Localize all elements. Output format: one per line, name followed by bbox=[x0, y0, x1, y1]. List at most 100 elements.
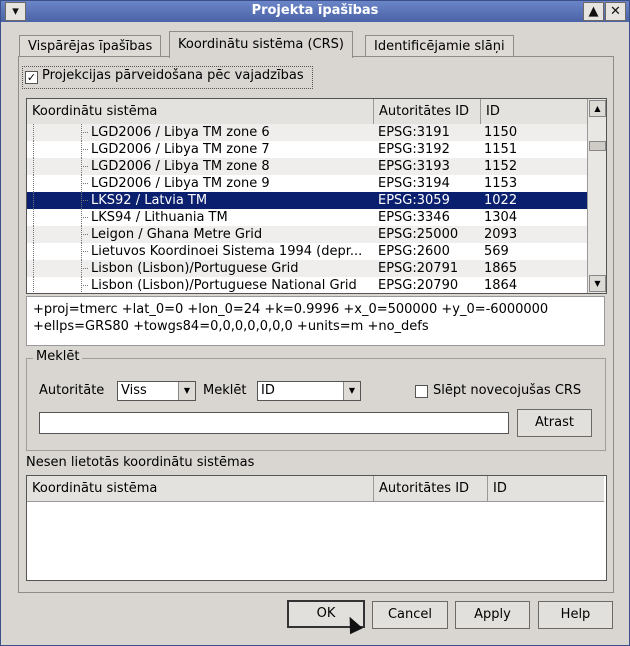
crs-authority-id: EPSG:3193 bbox=[378, 159, 450, 174]
crs-row[interactable]: Leigon / Ghana Metre Grid EPSG:25000 2093 bbox=[27, 226, 587, 243]
tab-general[interactable]: Vispārējas īpašības bbox=[19, 35, 162, 57]
tree-guide bbox=[81, 166, 88, 168]
tab-identifiable-layers[interactable]: Identificējamie slāņi bbox=[365, 35, 514, 57]
tab-crs[interactable]: Koordinātu sistēma (CRS) bbox=[169, 31, 353, 58]
tree-guide bbox=[33, 192, 35, 209]
tree-guide bbox=[81, 132, 88, 134]
proj-string-box: +proj=tmerc +lat_0=0 +lon_0=24 +k=0.9996… bbox=[26, 296, 605, 346]
scroll-down-icon[interactable]: ▼ bbox=[589, 275, 606, 292]
header-crs[interactable]: Koordinātu sistēma bbox=[27, 99, 374, 124]
crs-authority-id: EPSG:3194 bbox=[378, 176, 450, 191]
proj-string-line1: +proj=tmerc +lat_0=0 +lon_0=24 +k=0.9996… bbox=[33, 302, 549, 317]
scroll-up-icon[interactable]: ▲ bbox=[589, 100, 606, 117]
tree-guide bbox=[33, 175, 35, 192]
help-button[interactable]: Help bbox=[538, 601, 613, 629]
crs-row[interactable]: LGD2006 / Libya TM zone 7 EPSG:3192 1151 bbox=[27, 141, 587, 158]
apply-button[interactable]: Apply bbox=[455, 601, 530, 629]
crs-id: 1153 bbox=[484, 176, 518, 191]
tree-guide bbox=[33, 260, 35, 277]
crs-name: LKS92 / Latvia TM bbox=[91, 193, 208, 208]
crs-id: 1865 bbox=[484, 261, 518, 276]
recent-header-id[interactable]: ID bbox=[488, 476, 604, 501]
crs-name: Leigon / Ghana Metre Grid bbox=[91, 227, 263, 242]
crs-id: 1150 bbox=[484, 125, 518, 140]
crs-name: LKS94 / Lithuania TM bbox=[91, 210, 228, 225]
crs-id: 1022 bbox=[484, 193, 518, 208]
crs-row[interactable]: Lisbon (Lisbon)/Portuguese National Grid… bbox=[27, 277, 587, 293]
crs-name: Lietuvos Koordinoei Sistema 1994 (depr..… bbox=[91, 244, 363, 259]
crs-name: LGD2006 / Libya TM zone 8 bbox=[91, 159, 270, 174]
crs-name: LGD2006 / Libya TM zone 6 bbox=[91, 125, 270, 140]
authority-label: Autoritāte bbox=[39, 383, 105, 398]
tree-guide bbox=[81, 251, 88, 253]
tree-guide bbox=[81, 200, 88, 202]
minimize-icon[interactable]: ▲ bbox=[583, 2, 604, 21]
crs-id: 1151 bbox=[484, 142, 518, 157]
crs-id: 1304 bbox=[484, 210, 518, 225]
header-authority-id[interactable]: Autoritātes ID bbox=[374, 99, 481, 124]
tree-guide bbox=[81, 268, 88, 270]
crs-id: 1152 bbox=[484, 159, 518, 174]
header-id[interactable]: ID bbox=[481, 99, 587, 124]
crs-scrollbar[interactable]: ▲ ▼ bbox=[587, 99, 606, 293]
crs-id: 2093 bbox=[484, 227, 518, 242]
tree-guide bbox=[33, 226, 35, 243]
tree-guide bbox=[33, 209, 35, 226]
projection-label: Projekcijas pārveidošana pēc vajadzības bbox=[42, 68, 304, 83]
project-properties-window: ▾ Projekta īpašības ▲ ✕ Vispārējas īpašī… bbox=[0, 0, 630, 646]
crs-name: Lisbon (Lisbon)/Portuguese Grid bbox=[91, 261, 299, 276]
cancel-button[interactable]: Cancel bbox=[372, 601, 448, 629]
chevron-down-icon[interactable]: ▼ bbox=[178, 382, 195, 400]
crs-authority-id: EPSG:3346 bbox=[378, 210, 450, 225]
crs-tree[interactable]: Koordinātu sistēma Autoritātes ID ID LGD… bbox=[26, 98, 607, 294]
hide-deprecated-checkbox[interactable] bbox=[415, 385, 428, 398]
authority-value: Viss bbox=[121, 383, 147, 398]
recent-crs-title: Nesen lietotās koordinātu sistēmas bbox=[26, 455, 255, 470]
crs-authority-id: EPSG:20790 bbox=[378, 278, 459, 293]
scroll-thumb[interactable] bbox=[589, 141, 606, 151]
find-button[interactable]: Atrast bbox=[517, 409, 592, 437]
crs-name: LGD2006 / Libya TM zone 7 bbox=[91, 142, 270, 157]
authority-select[interactable]: Viss ▼ bbox=[117, 381, 196, 401]
crs-table-header: Koordinātu sistēma Autoritātes ID ID bbox=[27, 99, 587, 125]
crs-authority-id: EPSG:20791 bbox=[378, 261, 459, 276]
search-by-value: ID bbox=[261, 383, 275, 398]
crs-row[interactable]: Lisbon (Lisbon)/Portuguese Grid EPSG:2079… bbox=[27, 260, 587, 277]
crs-name: Lisbon (Lisbon)/Portuguese National Grid bbox=[91, 278, 357, 293]
crs-name: LGD2006 / Libya TM zone 9 bbox=[91, 176, 270, 191]
search-group-title: Meklēt bbox=[33, 349, 83, 364]
crs-row[interactable]: Lietuvos Koordinoei Sistema 1994 (depr..… bbox=[27, 243, 587, 260]
crs-row[interactable]: LKS92 / Latvia TM EPSG:3059 1022 bbox=[27, 192, 587, 209]
crs-row[interactable]: LGD2006 / Libya TM zone 8 EPSG:3193 1152 bbox=[27, 158, 587, 175]
proj-string-line2: +ellps=GRS80 +towgs84=0,0,0,0,0,0,0 +uni… bbox=[33, 319, 429, 334]
search-by-select[interactable]: ID ▼ bbox=[257, 381, 361, 401]
tree-guide bbox=[33, 277, 35, 293]
recent-crs-table[interactable]: Koordinātu sistēma Autoritātes ID ID bbox=[26, 475, 607, 581]
crs-row[interactable]: LGD2006 / Libya TM zone 9 EPSG:3194 1153 bbox=[27, 175, 587, 192]
chevron-down-icon[interactable]: ▼ bbox=[343, 382, 360, 400]
crs-authority-id: EPSG:2600 bbox=[378, 244, 450, 259]
recent-header-crs[interactable]: Koordinātu sistēma bbox=[27, 476, 374, 501]
search-by-label: Meklēt bbox=[203, 383, 247, 398]
search-input[interactable] bbox=[39, 412, 509, 434]
crs-row[interactable]: LKS94 / Lithuania TM EPSG:3346 1304 bbox=[27, 209, 587, 226]
crs-row[interactable]: LGD2006 / Libya TM zone 6 EPSG:3191 1150 bbox=[27, 124, 587, 141]
tree-guide bbox=[81, 149, 88, 151]
tree-guide bbox=[33, 158, 35, 175]
tree-guide bbox=[81, 217, 88, 219]
crs-authority-id: EPSG:25000 bbox=[378, 227, 459, 242]
hide-deprecated-label: Slēpt novecojušas CRS bbox=[433, 383, 582, 398]
crs-authority-id: EPSG:3059 bbox=[378, 193, 450, 208]
window-title: Projekta īpašības bbox=[251, 3, 379, 18]
tree-guide bbox=[33, 243, 35, 260]
crs-authority-id: EPSG:3191 bbox=[378, 125, 450, 140]
tree-guide bbox=[81, 234, 88, 236]
crs-id: 569 bbox=[484, 244, 509, 259]
search-group bbox=[26, 358, 606, 451]
tree-guide bbox=[33, 141, 35, 158]
projection-checkbox[interactable]: ✓ bbox=[25, 71, 38, 84]
title-bar[interactable]: ▾ Projekta īpašības ▲ ✕ bbox=[1, 1, 629, 22]
recent-header-authority-id[interactable]: Autoritātes ID bbox=[374, 476, 488, 501]
close-icon[interactable]: ✕ bbox=[605, 2, 626, 21]
tree-guide bbox=[33, 124, 35, 141]
